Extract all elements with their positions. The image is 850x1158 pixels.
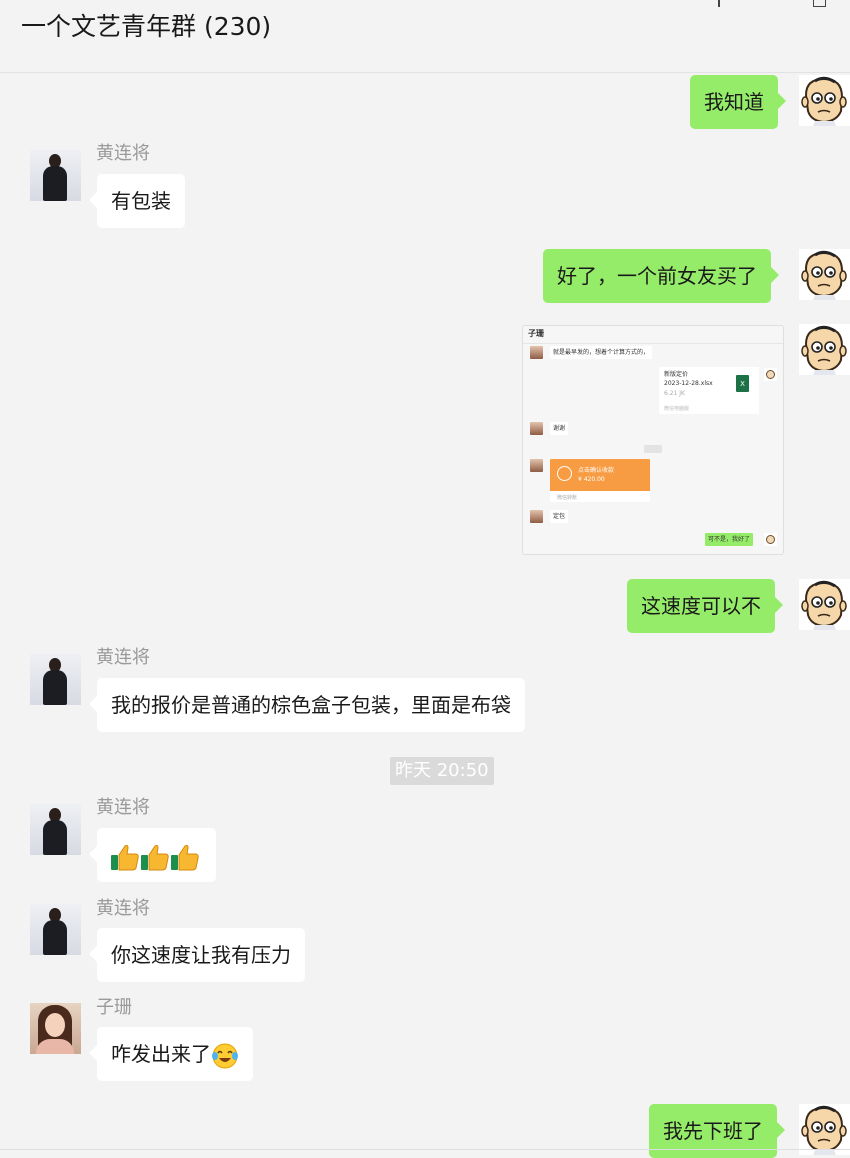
my-avatar[interactable]: [799, 579, 850, 630]
transfer-title: 点击确认收款: [578, 467, 615, 474]
member-avatar[interactable]: [30, 804, 81, 855]
my-avatar[interactable]: [799, 249, 850, 300]
sender-name: 黄连将: [96, 143, 150, 164]
sender-name: 黄连将: [96, 797, 150, 818]
sender-name: 子珊: [96, 997, 132, 1018]
outgoing-message[interactable]: 这速度可以不: [627, 579, 783, 633]
screenshot-timestamp: [644, 445, 662, 453]
laughing-tears-emoji-icon: [212, 1043, 238, 1068]
transfer-icon: [557, 466, 572, 481]
screenshot-avatar: [530, 422, 543, 435]
incoming-message[interactable]: 我的报价是普通的棕色盒子包装，里面是布袋: [89, 678, 525, 732]
transfer-footer: 微信转账: [557, 495, 578, 501]
screenshot-my-avatar: [764, 368, 777, 381]
excel-icon: X: [736, 375, 749, 392]
member-avatar[interactable]: [30, 654, 81, 705]
screenshot-avatar: [530, 459, 543, 472]
sender-name: 黄连将: [96, 898, 150, 919]
incoming-message[interactable]: 咋发出来了: [89, 1027, 253, 1081]
transfer-amount: ¥ 420.00: [578, 476, 605, 483]
my-avatar[interactable]: [799, 1104, 850, 1155]
chat-title: 一个文艺青年群 (230): [21, 12, 272, 41]
thumbs-up-icon: [141, 844, 169, 870]
screenshot-divider: [523, 343, 783, 344]
timestamp-divider: 昨天 20:50: [390, 757, 494, 785]
file-meta: 微信电脑版: [664, 406, 690, 412]
sender-name: 黄连将: [96, 647, 150, 668]
screenshot-file-card: 新版定价 2023-12-28.xlsx 6.21 JK X 微信电脑版: [659, 367, 759, 414]
outgoing-message[interactable]: 好了，一个前女友买了: [543, 249, 779, 303]
my-avatar[interactable]: [799, 324, 850, 375]
member-avatar[interactable]: [30, 904, 81, 955]
screenshot-avatar: [530, 346, 543, 359]
member-avatar[interactable]: [30, 150, 81, 201]
incoming-message[interactable]: 有包装: [89, 174, 185, 228]
more-icon[interactable]: [813, 0, 826, 7]
message-text: 咋发出来了: [111, 1042, 211, 1066]
file-size: 6.21 JK: [664, 390, 685, 397]
screenshot-my-avatar: [764, 533, 777, 546]
incoming-message[interactable]: [89, 828, 216, 882]
screenshot-message: 定包: [550, 510, 569, 523]
incoming-message[interactable]: 你这速度让我有压力: [89, 928, 305, 982]
screenshot-avatar: [530, 510, 543, 523]
thumbs-up-icon: [111, 844, 139, 870]
screenshot-image-message[interactable]: 子珊 就是最早发的，想着个计算方式的， 新版定价 2023-12-28.xlsx…: [522, 325, 784, 555]
member-avatar[interactable]: [30, 1003, 81, 1054]
screenshot-message: 谢谢: [550, 422, 569, 435]
file-name: 新版定价: [664, 371, 689, 378]
screenshot-message: 可不是，我好了: [705, 533, 754, 546]
screenshot-message: 就是最早发的，想着个计算方式的，: [550, 346, 653, 359]
screenshot-transfer-card: 点击确认收款 ¥ 420.00 微信转账: [550, 459, 650, 502]
file-date: 2023-12-28.xlsx: [664, 380, 713, 387]
thumbs-up-icon: [171, 844, 199, 870]
pin-icon[interactable]: [713, 0, 725, 8]
outgoing-message[interactable]: 我知道: [690, 75, 786, 129]
chat-header: 一个文艺青年群 (230): [0, 0, 850, 73]
bottom-divider: [0, 1149, 850, 1150]
screenshot-title: 子珊: [528, 329, 544, 338]
my-avatar[interactable]: [799, 75, 850, 126]
